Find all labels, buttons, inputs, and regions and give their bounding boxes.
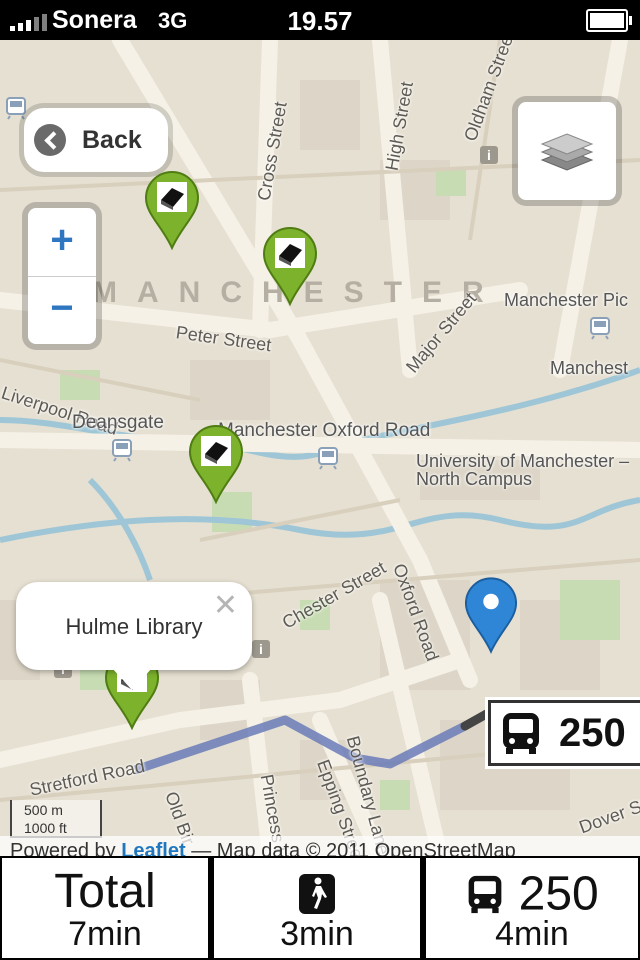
popup-tip xyxy=(112,668,152,690)
scale-metric: 500 m xyxy=(24,802,63,818)
walk-time: 3min xyxy=(280,915,354,953)
battery-icon xyxy=(586,9,632,32)
status-bar: Sonera 3G 19.57 xyxy=(0,0,640,40)
attribution-prefix: Powered by xyxy=(10,840,116,856)
summary-walk[interactable]: 3min xyxy=(214,858,420,958)
bus-icon xyxy=(503,713,539,754)
bus-summary-route: 250 xyxy=(518,867,599,921)
back-arrow-icon xyxy=(34,124,66,156)
close-icon[interactable]: ✕ xyxy=(213,588,238,623)
layers-icon xyxy=(540,133,594,171)
place-label-deansgate: Deansgate xyxy=(72,412,164,433)
total-label: Total xyxy=(54,865,156,918)
summary-bus[interactable]: 250 4min xyxy=(426,858,638,958)
zoom-control: + − xyxy=(28,208,96,344)
rail-station-icon xyxy=(6,97,26,120)
library-book-icon xyxy=(201,436,231,466)
info-icon: i xyxy=(252,640,270,658)
map-view[interactable]: MANCHESTER Cross Street High Street Oldh… xyxy=(0,40,640,856)
leaflet-link[interactable]: Leaflet xyxy=(121,840,185,856)
library-marker[interactable] xyxy=(262,226,318,306)
bus-summary-top: 250 xyxy=(426,868,638,918)
place-label-university: University of Manchester – North Campus xyxy=(416,451,630,489)
library-marker[interactable] xyxy=(144,170,200,250)
bus-route-number: 250 xyxy=(559,711,626,755)
library-marker[interactable] xyxy=(188,424,244,504)
zoom-in-button[interactable]: + xyxy=(28,208,96,277)
map-scale: 500 m 1000 ft xyxy=(10,800,102,838)
back-button[interactable]: Back xyxy=(24,108,168,172)
location-pin-icon[interactable] xyxy=(464,576,518,654)
scale-imperial: 1000 ft xyxy=(24,820,67,836)
total-time: 7min xyxy=(68,915,142,953)
journey-summary-bar: Total 7min 3min 250 4min xyxy=(0,856,640,960)
layers-button[interactable] xyxy=(518,102,616,200)
rail-station-icon xyxy=(112,439,132,462)
bus-stop-badge[interactable]: 250 xyxy=(488,700,640,766)
library-book-icon xyxy=(157,182,187,212)
library-book-icon xyxy=(275,238,305,268)
rail-station-icon xyxy=(590,317,610,340)
zoom-out-button[interactable]: − xyxy=(28,276,96,344)
place-label-oxford-road-station: Manchester Oxford Road xyxy=(218,420,431,441)
walk-icon xyxy=(299,874,335,915)
place-label-piccadilly: Manchester Pic xyxy=(504,290,629,310)
marker-popup: Hulme Library ✕ xyxy=(16,582,252,690)
back-button-label: Back xyxy=(82,126,142,154)
status-time: 19.57 xyxy=(287,6,353,36)
info-icon: i xyxy=(480,146,498,164)
walk-icon-wrap xyxy=(214,868,420,916)
map-attribution: Powered by Leaflet — Map data © 2011 Ope… xyxy=(0,836,640,856)
place-label-manchester: Manchest xyxy=(550,358,629,378)
bus-time: 4min xyxy=(495,915,569,953)
summary-total[interactable]: Total 7min xyxy=(2,858,208,958)
bus-icon xyxy=(468,876,502,914)
rail-station-icon xyxy=(318,447,338,470)
